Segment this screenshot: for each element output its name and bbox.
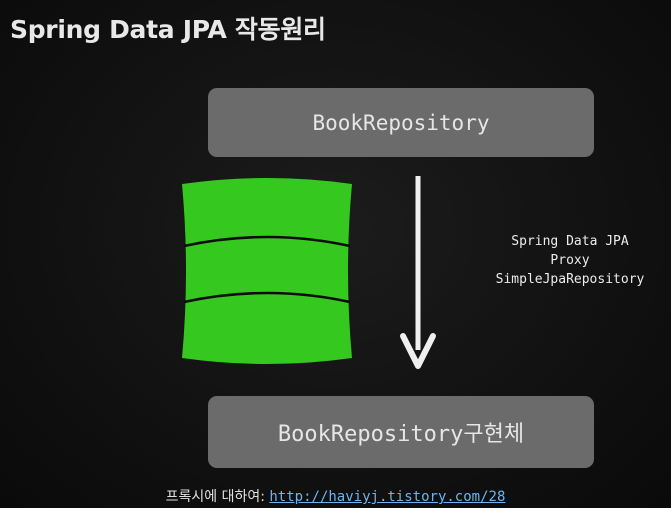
proxy-line-3: SimpleJpaRepository bbox=[495, 272, 645, 287]
book-repository-box: BookRepository bbox=[208, 88, 594, 157]
arrow-down-icon bbox=[400, 176, 436, 369]
proxy-line-2: Proxy bbox=[550, 253, 590, 268]
book-repository-impl-box: BookRepository구현체 bbox=[208, 396, 594, 468]
footer-note: 프록시에 대하여: http://haviyj.tistory.com/28 bbox=[0, 486, 671, 506]
slide-title: Spring Data JPA 작동원리 bbox=[10, 15, 326, 44]
proxy-description: Spring Data JPA Proxy SimpleJpaRepositor… bbox=[470, 232, 670, 289]
proxy-line-1: Spring Data JPA bbox=[511, 234, 629, 249]
proxy-article-link[interactable]: http://haviyj.tistory.com/28 bbox=[269, 489, 505, 505]
book-repository-impl-label: BookRepository구현체 bbox=[277, 422, 525, 447]
book-repository-label: BookRepository bbox=[312, 110, 490, 135]
database-icon bbox=[182, 178, 352, 364]
footer-prefix: 프록시에 대하여: bbox=[165, 489, 265, 505]
